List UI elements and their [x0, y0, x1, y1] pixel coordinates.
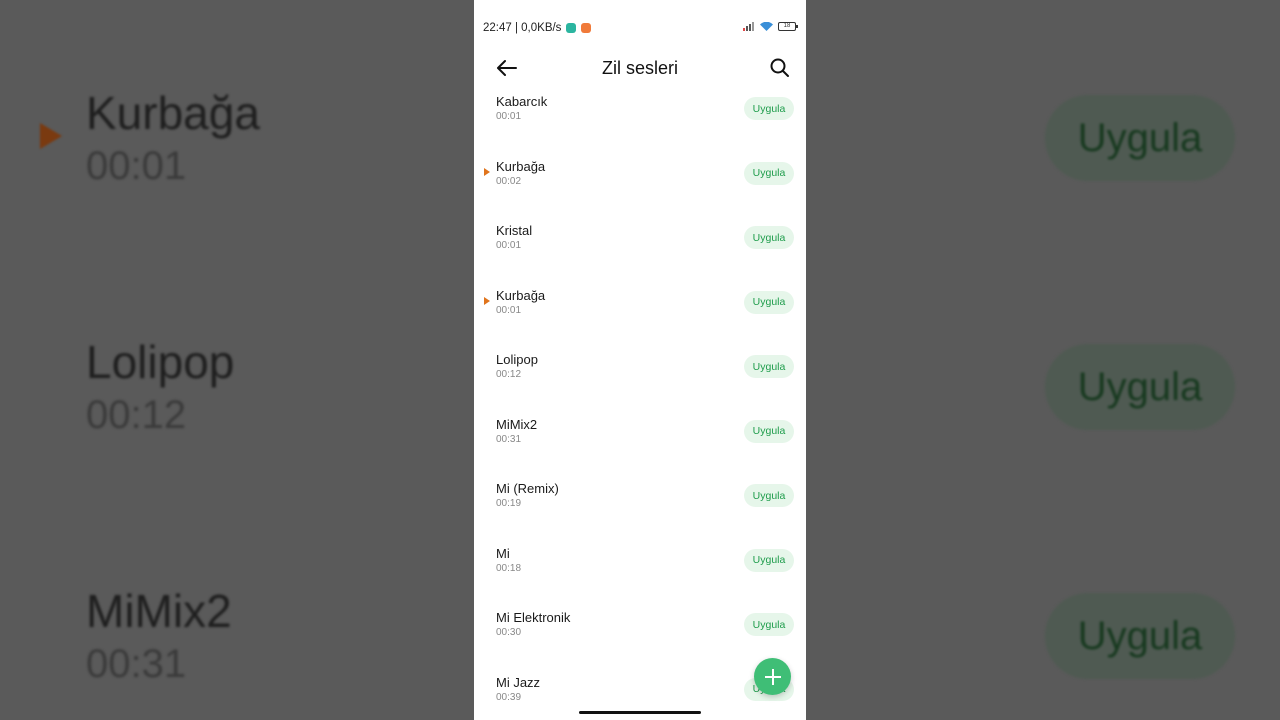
ringtone-duration: 00:31	[496, 433, 522, 445]
wifi-icon	[760, 22, 773, 31]
ringtone-duration: 00:02	[496, 175, 522, 187]
bg-item-title: MiMix2	[86, 585, 232, 637]
ringtone-row[interactable]: MiMix2 00:31 Uygula	[474, 409, 806, 473]
app-notification-icon	[566, 23, 577, 33]
ringtone-duration: 00:30	[496, 627, 522, 638]
ringtone-name: Mi Jazz	[496, 674, 541, 690]
ringtone-row[interactable]: Mi Elektronik 00:30 Uygula	[474, 602, 806, 666]
status-left: 22:47 | 0,0KB/s	[483, 22, 592, 34]
ringtone-name: Mi (Remix)	[496, 481, 559, 496]
ringtone-row[interactable]: Kabarcık 00:01 Uygula	[474, 86, 806, 150]
playing-indicator-icon	[484, 167, 490, 176]
ringtone-name: Mi Elektronik	[496, 610, 571, 625]
signal-icon	[743, 22, 754, 31]
add-ringtone-button[interactable]	[754, 658, 791, 695]
app-bar: Zil sesleri	[474, 50, 806, 86]
ringtone-duration: 00:01	[496, 111, 522, 122]
ringtone-duration: 00:01	[496, 304, 522, 316]
home-indicator[interactable]	[579, 711, 701, 714]
ringtone-duration: 00:01	[496, 240, 522, 251]
ringtone-name: Kurbağa	[496, 287, 546, 303]
battery-icon: 18	[778, 22, 798, 31]
bg-apply-pill: Uygula	[1045, 95, 1235, 181]
ringtone-name: Lolipop	[496, 352, 538, 367]
apply-button[interactable]: Uygula	[744, 548, 794, 572]
apply-button[interactable]: Uygula	[744, 97, 794, 120]
ringtone-name: Mi	[496, 545, 510, 561]
apply-button[interactable]: Uygula	[744, 226, 794, 249]
bg-item-duration: 00:12	[86, 393, 187, 437]
bg-apply-pill: Uygula	[1045, 593, 1235, 679]
ringtone-list: Kabarcık 00:01 Uygula Kurbağa 00:02 Uygu…	[474, 86, 806, 706]
apply-button[interactable]: Uygula	[744, 290, 794, 314]
apply-button[interactable]: Uygula	[744, 613, 794, 636]
bg-item: MiMix2 00:31	[86, 584, 232, 687]
playing-indicator-icon	[484, 296, 490, 305]
battery-level: 18	[783, 23, 791, 29]
app-notification-icon	[581, 23, 592, 33]
phone-screen: 22:47 | 0,0KB/s 18 Zil sesleri Kabarcık …	[474, 0, 806, 720]
bg-item-duration: 00:31	[86, 642, 187, 686]
apply-button[interactable]: Uygula	[744, 161, 794, 185]
bg-item-title: Kurbağa	[86, 87, 260, 139]
page-title: Zil sesleri	[601, 58, 678, 78]
status-right: 18	[743, 22, 798, 31]
status-bar: 22:47 | 0,0KB/s 18	[474, 18, 806, 40]
ringtone-name: Kristal	[496, 223, 533, 238]
ringtone-row[interactable]: Mi 00:18 Uygula	[474, 538, 806, 602]
ringtone-name: MiMix2	[496, 416, 538, 432]
ringtone-duration: 00:19	[496, 498, 522, 509]
status-time-speed: 22:47 | 0,0KB/s	[483, 22, 562, 34]
ringtone-duration: 00:39	[496, 691, 522, 703]
ringtone-row[interactable]: Kurbağa 00:01 Uygula	[474, 280, 806, 344]
bg-item-title: Lolipop	[86, 336, 235, 388]
bg-play-icon	[40, 123, 62, 149]
ringtone-row[interactable]: Mi (Remix) 00:19 Uygula	[474, 473, 806, 537]
ringtone-name: Kurbağa	[496, 158, 546, 174]
bg-item: Kurbağa 00:01	[86, 86, 260, 189]
bg-item-duration: 00:01	[86, 144, 187, 188]
bg-apply-pill: Uygula	[1045, 344, 1235, 430]
ringtone-row[interactable]: Lolipop 00:12 Uygula	[474, 344, 806, 408]
ringtone-row[interactable]: Kurbağa 00:02 Uygula	[474, 151, 806, 215]
ringtone-name: Kabarcık	[496, 94, 548, 109]
search-icon[interactable]	[768, 56, 792, 80]
apply-button[interactable]: Uygula	[744, 355, 794, 378]
apply-button[interactable]: Uygula	[744, 484, 794, 507]
apply-button[interactable]: Uygula	[744, 419, 794, 443]
bg-item: Lolipop 00:12	[86, 335, 234, 438]
ringtone-row[interactable]: Kristal 00:01 Uygula	[474, 215, 806, 279]
ringtone-duration: 00:12	[496, 369, 522, 380]
ringtone-duration: 00:18	[496, 562, 522, 574]
